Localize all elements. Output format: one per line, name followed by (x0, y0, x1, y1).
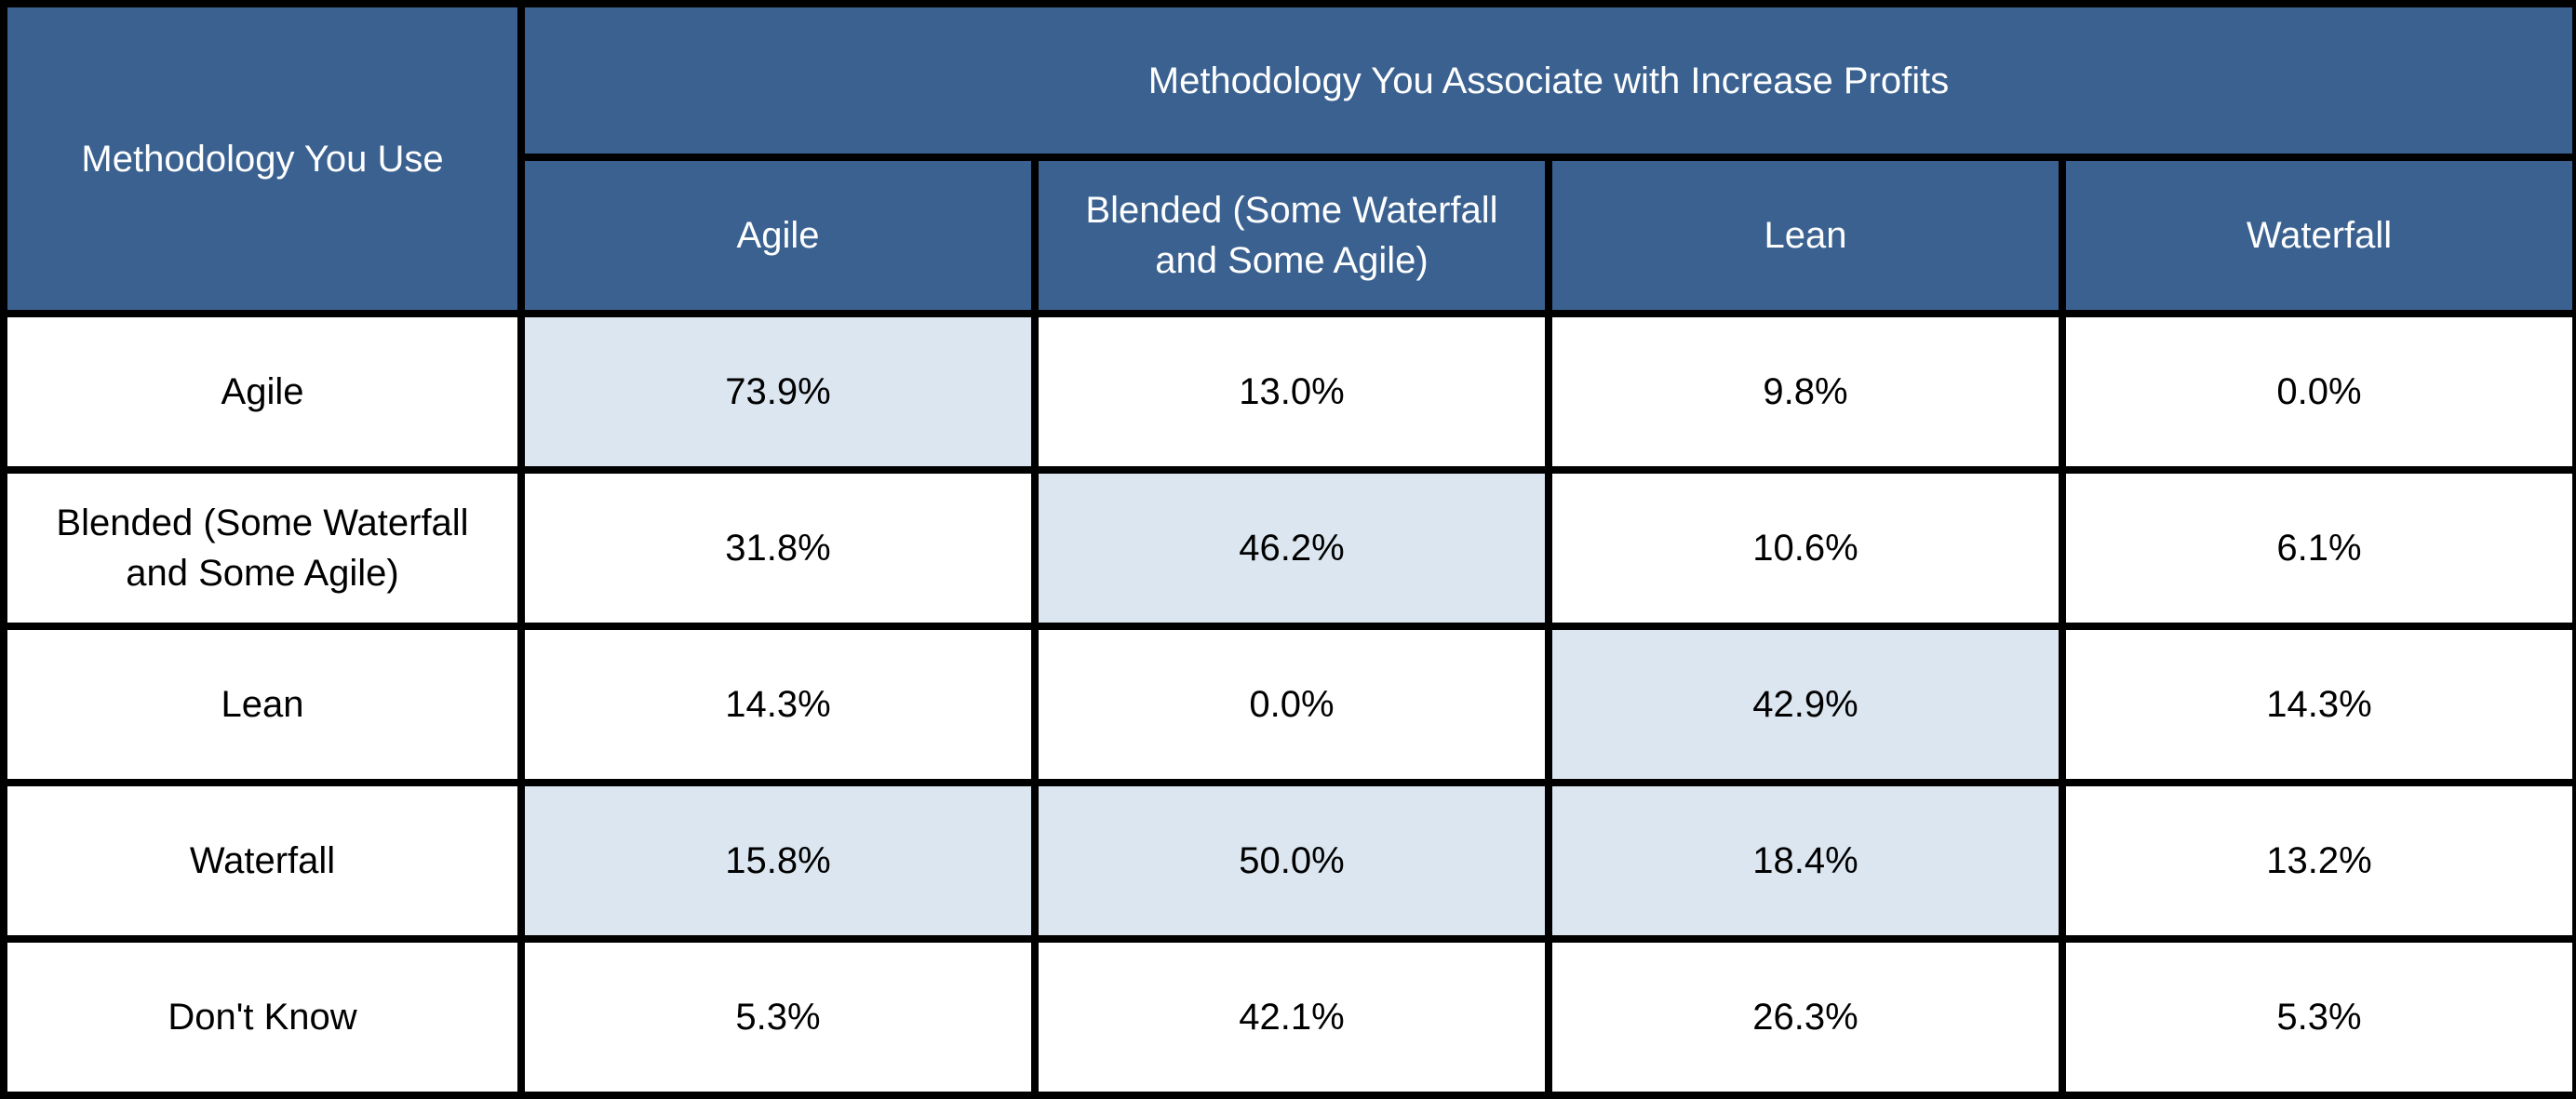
table-row: Agile 73.9% 13.0% 9.8% 0.0% (0, 310, 2576, 474)
row-label: Don't Know (0, 935, 525, 1099)
table-cell: 13.2% (2058, 779, 2576, 943)
table-cell: 0.0% (2058, 310, 2576, 474)
row-header-title: Methodology You Use (0, 0, 525, 317)
table-cell: 6.1% (2058, 466, 2576, 630)
column-header: Waterfall (2058, 154, 2576, 317)
table-cell: 13.0% (1031, 310, 1552, 474)
table-cell: 31.8% (517, 466, 1039, 630)
table-cell: 42.1% (1031, 935, 1552, 1099)
table-row: Lean 14.3% 0.0% 42.9% 14.3% (0, 623, 2576, 786)
row-label: Blended (Some Waterfall and Some Agile) (0, 466, 525, 630)
table-cell: 5.3% (2058, 935, 2576, 1099)
table-cell: 15.8% (517, 779, 1039, 943)
table-row: Waterfall 15.8% 50.0% 18.4% 13.2% (0, 779, 2576, 943)
table-cell: 50.0% (1031, 779, 1552, 943)
column-header: Agile (517, 154, 1039, 317)
column-header: Lean (1545, 154, 2066, 317)
table-row: Blended (Some Waterfall and Some Agile) 3… (0, 466, 2576, 630)
table-cell: 73.9% (517, 310, 1039, 474)
table-cell: 42.9% (1545, 623, 2066, 786)
table-row: Don't Know 5.3% 42.1% 26.3% 5.3% (0, 935, 2576, 1099)
row-label: Waterfall (0, 779, 525, 943)
row-label: Agile (0, 310, 525, 474)
column-header: Blended (Some Waterfall and Some Agile) (1031, 154, 1552, 317)
table-cell: 14.3% (2058, 623, 2576, 786)
table-cell: 10.6% (1545, 466, 2066, 630)
table-cell: 14.3% (517, 623, 1039, 786)
column-group-title: Methodology You Associate with Increase … (517, 0, 2576, 161)
table-cell: 5.3% (517, 935, 1039, 1099)
table-cell: 46.2% (1031, 466, 1552, 630)
crosstab-table: Methodology You Use Methodology You Asso… (0, 0, 2576, 1099)
table-cell: 18.4% (1545, 779, 2066, 943)
table-cell: 9.8% (1545, 310, 2066, 474)
table-cell: 0.0% (1031, 623, 1552, 786)
table-cell: 26.3% (1545, 935, 2066, 1099)
row-label: Lean (0, 623, 525, 786)
